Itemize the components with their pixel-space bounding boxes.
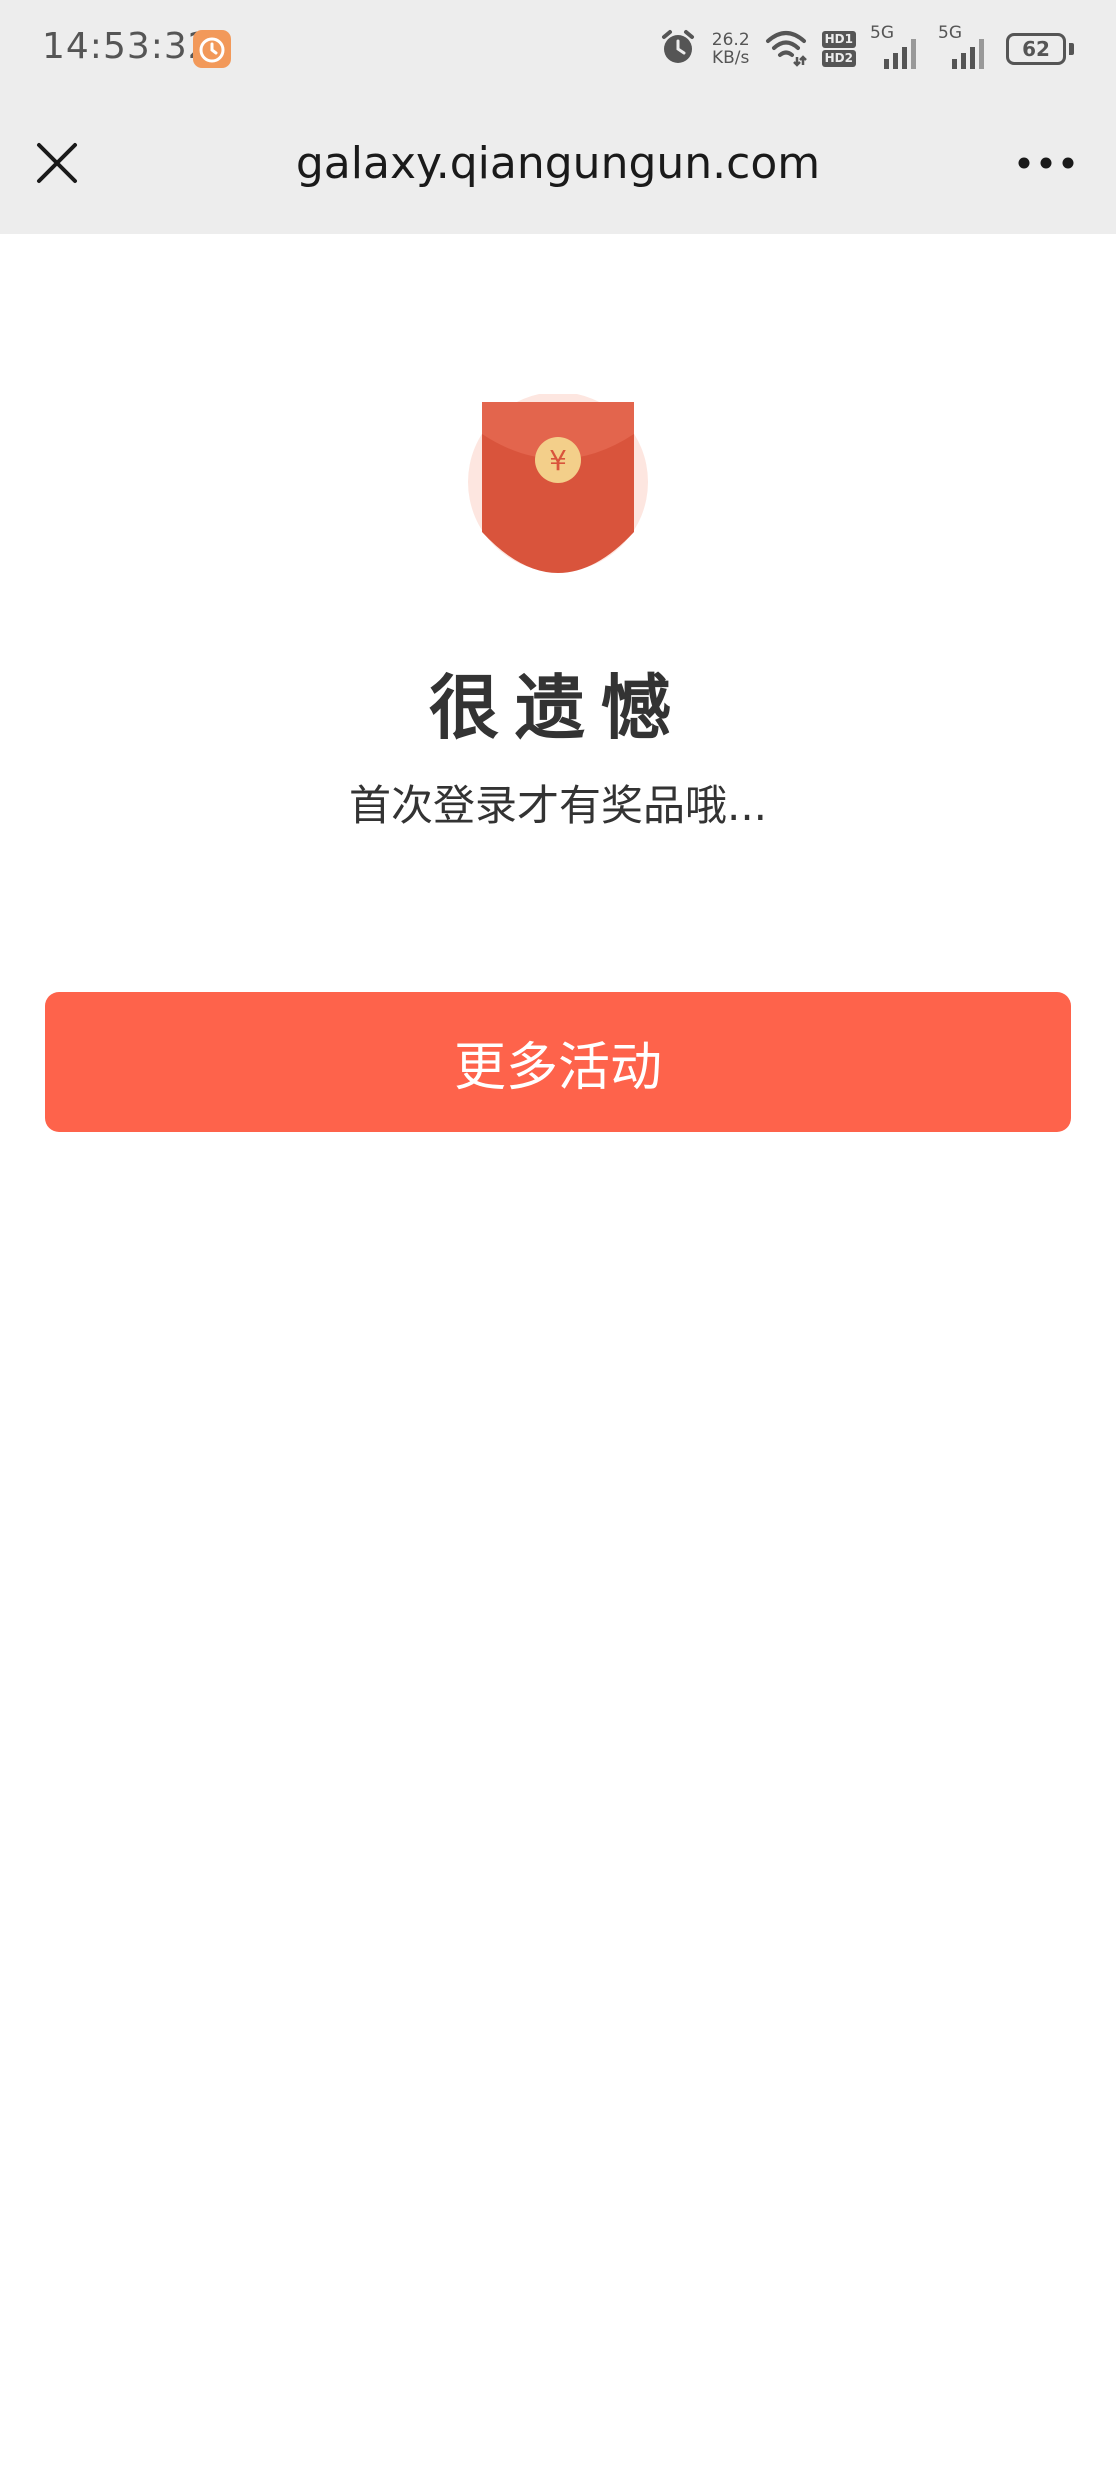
speed-unit: KB/s (712, 48, 750, 68)
status-bar: 14:53:32 26.2 KB/s HD1 HD2 5G 5G 62 (0, 0, 1116, 96)
wifi-icon (764, 27, 808, 71)
status-time: 14:53:32 (42, 26, 212, 67)
network-speed: 26.2 KB/s (712, 31, 750, 67)
battery-icon: 62 (1006, 33, 1074, 65)
battery-level: 62 (1006, 33, 1066, 65)
result-message: 首次登录才有奖品哦... (348, 781, 768, 830)
sim2-signal: 5G (938, 23, 992, 71)
sim1-network-label: 5G (870, 23, 894, 43)
red-envelope-icon: ¥ (466, 392, 650, 578)
status-icons: 26.2 KB/s HD1 HD2 5G 5G 62 (658, 23, 1074, 72)
result-headline: 很遗憾 (429, 667, 687, 749)
hd2-label: HD2 (821, 50, 856, 67)
orange-clock-app-icon (193, 30, 231, 68)
sim1-signal: 5G (870, 23, 924, 71)
coin-symbol: ¥ (549, 444, 567, 477)
speed-value: 26.2 (711, 30, 750, 50)
hd1-label: HD1 (821, 31, 856, 48)
more-dots-icon[interactable] (1016, 148, 1076, 178)
sim2-network-label: 5G (938, 23, 962, 43)
more-activities-button[interactable]: 更多活动 (45, 992, 1071, 1132)
battery-tip (1069, 43, 1074, 55)
browser-nav-bar: galaxy.qiangungun.com (0, 96, 1116, 234)
hd-voice-badge: HD1 HD2 (821, 31, 856, 67)
alarm-clock-icon (658, 27, 698, 71)
page-title: galaxy.qiangungun.com (295, 138, 821, 189)
